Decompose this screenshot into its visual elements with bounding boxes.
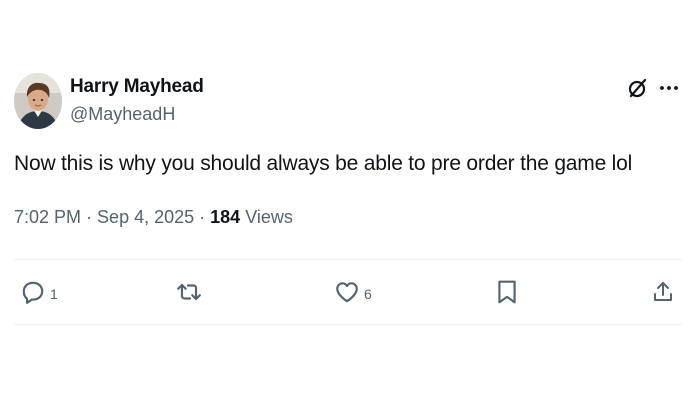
meta-separator: · (194, 207, 211, 227)
reply-button[interactable]: 1 (20, 277, 58, 307)
like-icon (336, 282, 358, 303)
tweet-meta: 7:02 PM · Sep 4, 2025 · 184 Views (14, 207, 293, 228)
repost-button[interactable] (176, 277, 202, 307)
author-handle[interactable]: @MayheadH (70, 104, 175, 125)
repost-icon (177, 283, 201, 301)
share-button[interactable] (651, 277, 675, 307)
timestamp-link[interactable]: 7:02 PM (14, 207, 81, 227)
views-count: 184 (210, 207, 241, 227)
author-name[interactable]: Harry Mayhead (70, 76, 204, 98)
reply-icon (22, 281, 44, 304)
divider (14, 259, 682, 260)
reply-count: 1 (50, 286, 58, 302)
divider (14, 324, 682, 325)
bookmark-button[interactable] (496, 277, 518, 307)
bookmark-icon (498, 280, 516, 304)
like-button[interactable]: 6 (334, 277, 372, 307)
avatar[interactable] (14, 73, 62, 129)
more-icon[interactable] (658, 80, 680, 96)
tweet-text: Now this is why you should always be abl… (14, 152, 633, 175)
tweet-card: Harry Mayhead @MayheadH Now this is why … (0, 0, 700, 400)
share-icon (654, 282, 672, 301)
date-link[interactable]: Sep 4, 2025 (97, 207, 194, 227)
meta-separator: · (81, 207, 98, 227)
views-label: Views (240, 207, 293, 227)
avatar-image (14, 73, 62, 129)
like-count: 6 (364, 286, 372, 302)
grok-icon[interactable] (626, 76, 650, 100)
